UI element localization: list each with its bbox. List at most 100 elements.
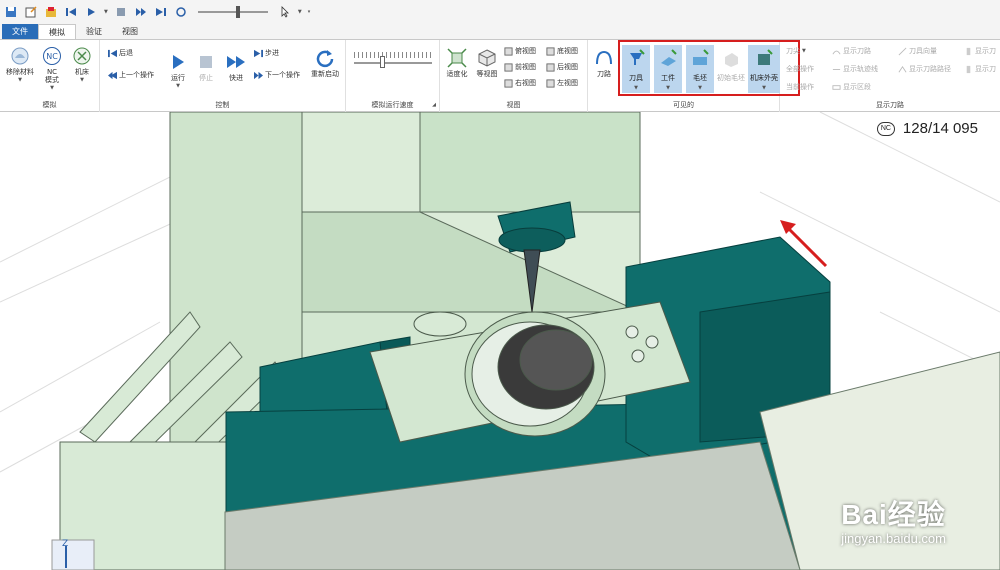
all-ops-button[interactable]: 全部操作 bbox=[786, 64, 814, 74]
machine-housing-icon bbox=[758, 49, 773, 65]
next-op-button[interactable]: 下一个操作 bbox=[254, 70, 300, 80]
group-label-show-toolpath: 显示刀路 bbox=[876, 101, 904, 109]
pointer-icon[interactable] bbox=[278, 5, 292, 19]
restart-button[interactable]: 重新启动 bbox=[308, 48, 342, 78]
show-tool-2-label: 显示刀 bbox=[975, 65, 996, 73]
stop-icon bbox=[200, 56, 212, 68]
play-icon[interactable] bbox=[84, 5, 98, 19]
tab-verify[interactable]: 验证 bbox=[76, 24, 112, 39]
show-trace-button[interactable]: 显示轨迹线 bbox=[832, 64, 878, 74]
remove-material-icon bbox=[11, 47, 29, 65]
refresh-icon[interactable] bbox=[174, 5, 188, 19]
chevron-down-icon: ▼ bbox=[634, 85, 638, 91]
group-speed: 模拟运行速度 ◢ bbox=[346, 40, 440, 112]
svg-text:Z: Z bbox=[62, 539, 68, 549]
right-view-button[interactable]: 右视图 bbox=[504, 78, 536, 88]
stock-toggle-button[interactable]: 毛坯 ▼ bbox=[686, 45, 714, 93]
machine-button[interactable]: 机床 ▼ bbox=[68, 46, 96, 84]
workpiece-toggle-button[interactable]: 工件 ▼ bbox=[654, 45, 682, 93]
machine-label: 机床 bbox=[75, 68, 89, 76]
prev-op-button[interactable]: 上一个操作 bbox=[108, 70, 154, 80]
tool-vector-button[interactable]: 刀具向量 bbox=[898, 46, 937, 56]
fast-forward-button[interactable]: 快进 bbox=[224, 52, 248, 82]
fit-icon bbox=[447, 48, 467, 68]
customize-qat-icon[interactable]: ▾ bbox=[308, 9, 311, 15]
watermark-sub: jingyan.baidu.com bbox=[841, 531, 946, 546]
open-icon[interactable] bbox=[44, 5, 58, 19]
show-toolpath-label: 显示刀路 bbox=[843, 47, 871, 55]
remove-material-button[interactable]: 移除材料 ▼ bbox=[4, 46, 36, 84]
restart-icon bbox=[316, 50, 334, 68]
export-icon[interactable] bbox=[24, 5, 38, 19]
stop-button[interactable]: 停止 bbox=[194, 52, 218, 82]
stop-icon[interactable] bbox=[114, 5, 128, 19]
tooltip-label: 刀尖 bbox=[786, 47, 800, 55]
cube-icon bbox=[546, 78, 555, 88]
speed-slider[interactable] bbox=[197, 6, 268, 18]
cube-icon bbox=[504, 62, 513, 72]
group-show-toolpath: 刀尖 ▼ 显示刀路 刀具向量 显示刀 全部操作 显示轨迹线 显示刀路路径 显示刀 … bbox=[780, 40, 1000, 112]
iso-view-label: 等视图 bbox=[476, 70, 498, 78]
nc-mode-button[interactable]: NC NC 模式 ▼ bbox=[38, 46, 66, 92]
bottom-view-label: 底视图 bbox=[557, 47, 578, 55]
tab-simulation[interactable]: 模拟 bbox=[38, 24, 76, 39]
save-icon[interactable] bbox=[4, 5, 18, 19]
nc-badge: NC bbox=[876, 121, 895, 136]
tool-toggle-button[interactable]: 刀具 ▼ bbox=[622, 45, 650, 93]
speed-slider-thumb[interactable] bbox=[235, 6, 240, 18]
step-button[interactable]: 步进 bbox=[254, 48, 279, 58]
show-tool-2-button[interactable]: 显示刀 bbox=[964, 64, 996, 74]
pointer-dropdown-icon[interactable]: ▼ bbox=[298, 9, 302, 15]
run-label: 运行 bbox=[171, 74, 185, 82]
watermark-main: Bai经验 bbox=[841, 499, 946, 530]
run-button[interactable]: 运行 ▼ bbox=[166, 52, 190, 90]
group-label-visible: 可见的 bbox=[673, 101, 694, 109]
watermark: Bai经验 jingyan.baidu.com bbox=[841, 493, 946, 546]
top-view-label: 俯视图 bbox=[515, 47, 536, 55]
current-op-button[interactable]: 当前操作 bbox=[786, 82, 814, 92]
segment-icon bbox=[832, 84, 841, 90]
cube-icon bbox=[546, 62, 555, 72]
skip-back-icon[interactable] bbox=[64, 5, 78, 19]
quick-access-toolbar: ▼ ▼ ▾ bbox=[0, 0, 1000, 24]
cube-icon bbox=[504, 46, 513, 56]
visible-highlight-box: 刀具 ▼ 工件 ▼ 毛坯 ▼ 初始毛坯 机床外壳 ▼ bbox=[618, 40, 800, 96]
play-dropdown-icon[interactable]: ▼ bbox=[104, 9, 108, 15]
counter-value: 128/14 095 bbox=[902, 120, 978, 137]
cube-icon bbox=[546, 46, 555, 56]
end-icon[interactable] bbox=[154, 5, 168, 19]
nc-mode-label: NC 模式 bbox=[45, 68, 59, 84]
fit-view-label: 适度化 bbox=[446, 70, 468, 78]
show-path-route-button[interactable]: 显示刀路路径 bbox=[898, 64, 951, 74]
bottom-view-button[interactable]: 底视图 bbox=[546, 46, 578, 56]
show-segment-button[interactable]: 显示区段 bbox=[832, 82, 871, 92]
machine-housing-label: 机床外壳 bbox=[750, 74, 778, 82]
simulation-viewport[interactable]: Z NC 128/14 095 Bai经验 jingyan.baidu.com bbox=[0, 112, 1000, 570]
speed-track[interactable] bbox=[354, 62, 432, 64]
rear-view-button[interactable]: 后视图 bbox=[546, 62, 578, 72]
tooltip-toggle[interactable]: 刀尖 ▼ bbox=[786, 46, 806, 56]
dialog-launcher-icon[interactable]: ◢ bbox=[432, 102, 436, 108]
tab-view[interactable]: 视图 bbox=[112, 24, 148, 39]
svg-text:NC: NC bbox=[46, 52, 58, 61]
front-view-label: 前视图 bbox=[515, 63, 536, 71]
skip-forward-icon[interactable] bbox=[134, 5, 148, 19]
speed-thumb[interactable] bbox=[380, 56, 385, 68]
front-view-button[interactable]: 前视图 bbox=[504, 62, 536, 72]
show-toolpath-button[interactable]: 显示刀路 bbox=[832, 46, 871, 56]
group-view: 适度化 等视图 俯视图 前视图 右视图 底视图 后视图 左视图 视图 bbox=[440, 40, 588, 112]
show-tool-button[interactable]: 显示刀 bbox=[964, 46, 996, 56]
toolpath-button[interactable]: 刀路 bbox=[592, 48, 616, 78]
tab-file[interactable]: 文件 bbox=[2, 24, 38, 39]
group-label-view: 视图 bbox=[506, 101, 521, 109]
left-view-button[interactable]: 左视图 bbox=[546, 78, 578, 88]
iso-view-button[interactable]: 等视图 bbox=[472, 48, 502, 78]
back-button[interactable]: 后退 bbox=[108, 48, 133, 58]
axis-gizmo: Z bbox=[51, 539, 95, 570]
top-view-button[interactable]: 俯视图 bbox=[504, 46, 536, 56]
fit-view-button[interactable]: 适度化 bbox=[442, 48, 472, 78]
group-control: 后退 上一个操作 运行 ▼ 停止 快进 步进 下一个操作 重新启动 控制 bbox=[100, 40, 346, 112]
initial-stock-toggle-button[interactable]: 初始毛坯 bbox=[716, 45, 746, 93]
initial-stock-icon bbox=[725, 53, 738, 67]
machine-housing-toggle-button[interactable]: 机床外壳 ▼ bbox=[748, 45, 780, 93]
